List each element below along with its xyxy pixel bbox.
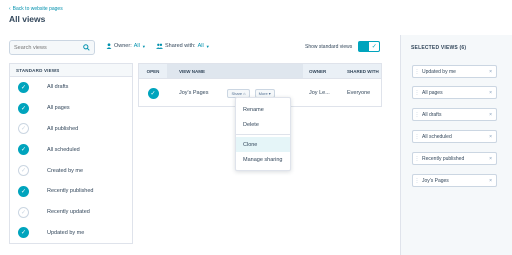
page-title: All views bbox=[9, 14, 46, 24]
selected-view-item[interactable]: ⋮ Recently published × bbox=[412, 152, 497, 165]
search-box[interactable] bbox=[9, 40, 95, 55]
selected-views-panel: SELECTED VIEWS (6) ⋮ Updated by me × ⋮ All p… bbox=[400, 35, 512, 255]
drag-handle-icon[interactable]: ⋮ bbox=[414, 69, 420, 75]
search-icon[interactable] bbox=[83, 44, 90, 51]
remove-icon[interactable]: × bbox=[489, 69, 492, 75]
remove-icon[interactable]: × bbox=[489, 156, 492, 162]
standard-view-label: Created by me bbox=[47, 167, 84, 174]
standard-views-panel: STANDARD VIEWS ✓ All drafts ✓ All pages ✓ All… bbox=[9, 63, 133, 244]
standard-view-row[interactable]: ✓ Recently updated bbox=[10, 202, 132, 223]
drag-handle-icon[interactable]: ⋮ bbox=[414, 134, 420, 140]
lock-icon: ⌂ bbox=[243, 90, 246, 96]
standard-view-label: All pages bbox=[47, 105, 70, 112]
selected-view-label: All pages bbox=[422, 89, 443, 96]
standard-view-row[interactable]: ✓ Updated by me bbox=[10, 223, 132, 244]
view-name: Joy's Pages bbox=[179, 90, 209, 96]
shared-with-filter-label: Shared with: bbox=[165, 43, 196, 49]
selected-view-label: Joy's Pages bbox=[422, 177, 449, 184]
standard-view-label: Recently updated bbox=[47, 209, 90, 216]
remove-icon[interactable]: × bbox=[489, 112, 492, 118]
chevron-left-icon: ‹ bbox=[9, 6, 11, 12]
column-header-view-name[interactable]: VIEW NAME bbox=[167, 64, 303, 78]
selected-view-label: Updated by me bbox=[422, 68, 456, 75]
standard-view-checkbox[interactable]: ✓ bbox=[18, 81, 29, 93]
selected-view-item[interactable]: ⋮ All pages × bbox=[412, 86, 497, 99]
owner-filter-label: Owner: bbox=[114, 43, 132, 49]
owner-cell: Joy Le... bbox=[309, 90, 330, 96]
standard-view-checkbox[interactable]: ✓ bbox=[18, 185, 29, 197]
chevron-down-icon: ▾ bbox=[268, 90, 271, 96]
standard-view-row[interactable]: ✓ All drafts bbox=[10, 77, 132, 98]
menu-item-manage-sharing[interactable]: Manage sharing bbox=[236, 152, 290, 167]
standard-view-row[interactable]: ✓ Created by me bbox=[10, 160, 132, 181]
standard-view-checkbox[interactable]: ✓ bbox=[18, 227, 29, 239]
standard-view-label: Recently published bbox=[47, 188, 94, 195]
selected-view-item[interactable]: ⋮ All drafts × bbox=[412, 108, 497, 121]
shared-with-cell: Everyone bbox=[347, 90, 371, 96]
share-button-label: Share bbox=[231, 90, 243, 96]
menu-item-clone[interactable]: Clone bbox=[236, 137, 290, 152]
chevron-down-icon: ▼ bbox=[141, 43, 146, 49]
menu-item-delete[interactable]: Delete bbox=[236, 117, 290, 132]
standard-views-header: STANDARD VIEWS bbox=[10, 64, 132, 77]
standard-view-checkbox[interactable]: ✓ bbox=[18, 123, 29, 135]
more-button-label: More bbox=[258, 90, 268, 96]
column-header-shared-with[interactable]: SHARED WITH bbox=[341, 64, 381, 78]
selected-view-item[interactable]: ⋮ Updated by me × bbox=[412, 65, 497, 78]
back-link-label: Back to website pages bbox=[12, 6, 63, 12]
table-header: OPEN VIEW NAME OWNER SHARED WITH bbox=[139, 64, 381, 79]
selected-view-item[interactable]: ⋮ All scheduled × bbox=[412, 130, 497, 143]
drag-handle-icon[interactable]: ⋮ bbox=[414, 156, 420, 162]
standard-view-checkbox[interactable]: ✓ bbox=[18, 102, 29, 114]
owner-filter[interactable]: Owner: All ▼ bbox=[106, 43, 146, 49]
standard-view-checkbox[interactable]: ✓ bbox=[18, 144, 29, 156]
remove-icon[interactable]: × bbox=[489, 134, 492, 140]
standard-view-label: All scheduled bbox=[47, 146, 80, 153]
standard-view-row[interactable]: ✓ All scheduled bbox=[10, 139, 132, 160]
standard-view-label: Updated by me bbox=[47, 229, 85, 236]
standard-view-row[interactable]: ✓ All published bbox=[10, 119, 132, 140]
standard-view-label: All drafts bbox=[47, 84, 69, 91]
drag-handle-icon[interactable]: ⋮ bbox=[414, 112, 420, 118]
shared-with-filter-value: All bbox=[197, 43, 204, 49]
standard-view-label: All published bbox=[47, 125, 79, 132]
remove-icon[interactable]: × bbox=[489, 90, 492, 96]
drag-handle-icon[interactable]: ⋮ bbox=[414, 178, 420, 184]
column-header-owner[interactable]: OWNER bbox=[303, 64, 341, 78]
selected-view-label: All scheduled bbox=[422, 133, 452, 140]
selected-view-label: Recently published bbox=[422, 155, 465, 162]
people-icon bbox=[156, 43, 163, 49]
menu-divider bbox=[236, 134, 290, 135]
remove-icon[interactable]: × bbox=[489, 178, 492, 184]
shared-with-filter[interactable]: Shared with: All ▼ bbox=[156, 43, 210, 49]
menu-item-rename[interactable]: Rename bbox=[236, 102, 290, 117]
show-standard-views-label: Show standard views bbox=[305, 44, 353, 50]
standard-view-row[interactable]: ✓ Recently published bbox=[10, 181, 132, 202]
standard-view-checkbox[interactable]: ✓ bbox=[18, 165, 29, 177]
standard-view-row[interactable]: ✓ All pages bbox=[10, 98, 132, 119]
owner-filter-value: All bbox=[133, 43, 140, 49]
search-input[interactable] bbox=[14, 44, 79, 51]
drag-handle-icon[interactable]: ⋮ bbox=[414, 90, 420, 96]
selected-view-item[interactable]: ⋮ Joy's Pages × bbox=[412, 174, 497, 187]
column-header-open[interactable]: OPEN bbox=[139, 64, 167, 78]
selected-view-label: All drafts bbox=[422, 111, 442, 118]
open-checkbox[interactable]: ✓ bbox=[147, 87, 159, 99]
more-dropdown-menu: Rename Delete Clone Manage sharing bbox=[235, 97, 291, 171]
person-icon bbox=[106, 43, 112, 49]
selected-views-title: SELECTED VIEWS (6) bbox=[411, 45, 467, 51]
back-link[interactable]: ‹ Back to website pages bbox=[9, 6, 63, 12]
show-standard-views-toggle[interactable]: ✓ bbox=[358, 41, 380, 52]
check-icon: ✓ bbox=[371, 44, 377, 50]
standard-view-checkbox[interactable]: ✓ bbox=[18, 206, 29, 218]
toggle-knob bbox=[359, 42, 370, 51]
chevron-down-icon: ▼ bbox=[205, 43, 210, 49]
